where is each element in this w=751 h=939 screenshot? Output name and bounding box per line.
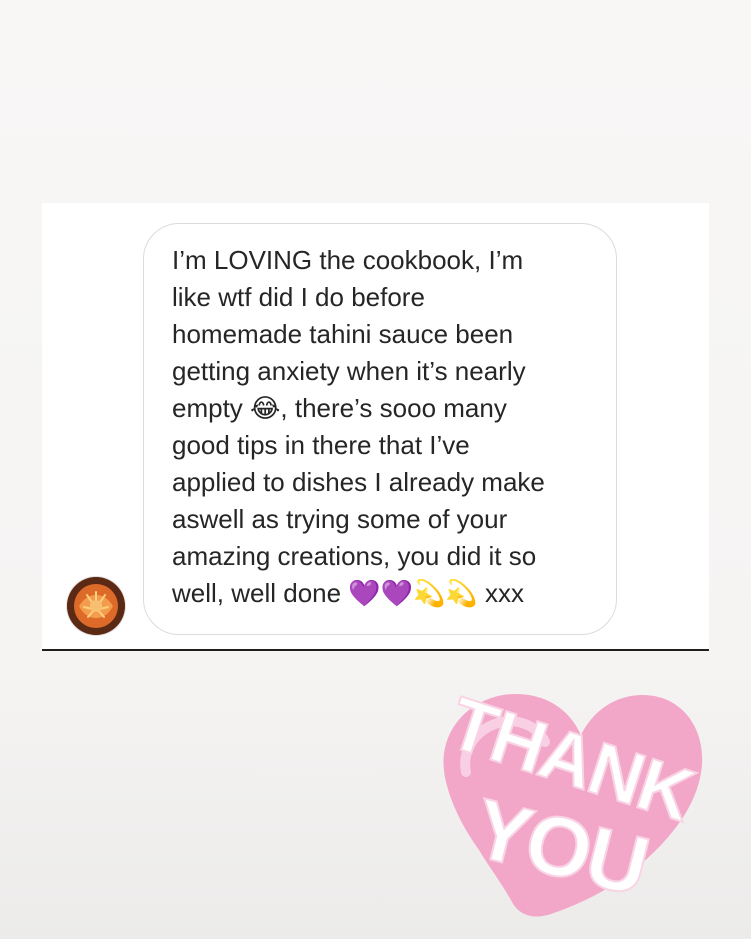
thank-you-heart-sticker-icon: THANK YOU: [439, 680, 705, 917]
message-text: I’m LOVING the cookbook, I’m like wtf di…: [172, 245, 545, 608]
avatar[interactable]: [67, 577, 125, 635]
avatar-image: [67, 577, 125, 635]
thank-you-sticker: THANK YOU: [408, 679, 716, 919]
message-bubble: I’m LOVING the cookbook, I’m like wtf di…: [143, 223, 617, 635]
screenshot-divider: [42, 649, 709, 651]
